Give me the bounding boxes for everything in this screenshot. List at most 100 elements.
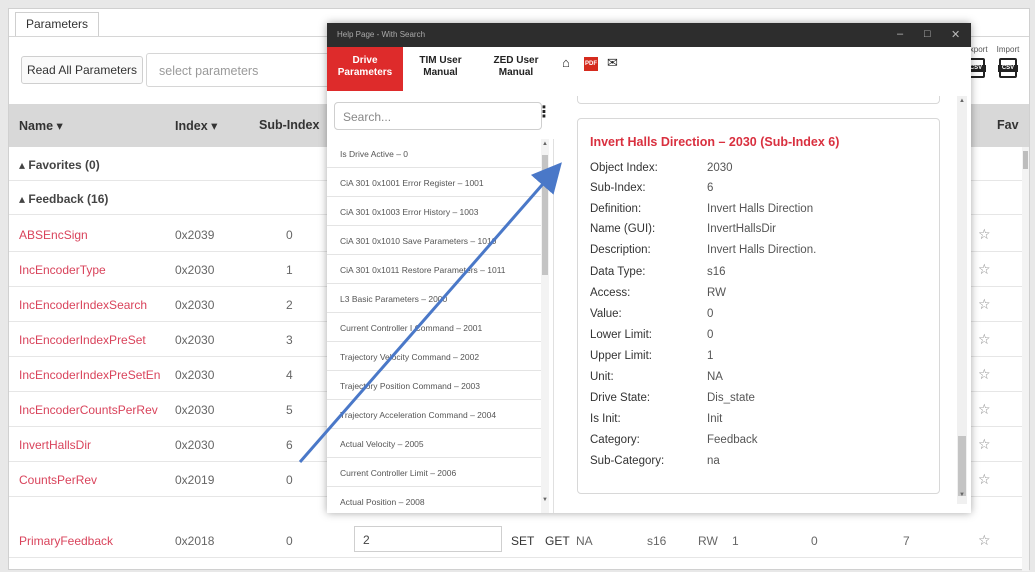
list-item[interactable]: CiA 301 0x1003 Error History – 1003	[327, 197, 546, 226]
field-value: 0	[707, 329, 714, 341]
favorite-star-icon[interactable]: ☆	[978, 471, 991, 488]
column-name[interactable]: Name ▾	[19, 118, 63, 133]
field-value: InvertHallsDir	[707, 223, 777, 235]
list-item[interactable]: Actual Position – 2008	[327, 487, 546, 513]
get-button[interactable]: GET	[545, 534, 570, 548]
minimize-icon[interactable]: –	[897, 28, 903, 40]
tab-zed-user-manual[interactable]: ZED User Manual	[478, 47, 554, 91]
list-item[interactable]: Is Drive Active – 0	[327, 139, 546, 168]
favorite-star-icon[interactable]: ☆	[978, 401, 991, 418]
home-icon[interactable]: ⌂	[562, 55, 570, 70]
param-index: 0x2030	[175, 333, 215, 347]
list-item[interactable]: Current Controller I Command – 2001	[327, 313, 546, 342]
param-name[interactable]: IncEncoderIndexPreSetEn	[19, 368, 160, 382]
pdf-icon[interactable]: PDF	[584, 57, 598, 71]
param-subindex: 1	[286, 263, 293, 277]
unit-value: NA	[576, 534, 593, 548]
param-index: 0x2030	[175, 298, 215, 312]
more-options-icon[interactable]: ⋮	[536, 102, 552, 122]
param-name[interactable]: IncEncoderType	[19, 263, 106, 277]
field-value: NA	[707, 371, 723, 383]
help-search-input[interactable]: Search...	[334, 102, 542, 130]
scroll-thumb[interactable]	[1023, 151, 1028, 169]
help-titlebar: Help Page - With Search – □ ✕	[327, 23, 971, 47]
list-scrollbar[interactable]: ▲ ▼	[541, 139, 549, 513]
help-window: Help Page - With Search – □ ✕ Drive Para…	[327, 23, 971, 513]
list-item[interactable]: Trajectory Velocity Command – 2002	[327, 342, 546, 371]
tab-line2: Parameters	[337, 67, 393, 78]
max-cell: 7	[903, 534, 910, 548]
import-label: Import	[996, 45, 1020, 54]
list-item[interactable]: L3 Basic Parameters – 2000	[327, 284, 546, 313]
scroll-down-icon[interactable]: ▼	[541, 497, 549, 503]
field-value: 2030	[707, 162, 733, 174]
set-button[interactable]: SET	[511, 534, 534, 548]
detail-title: Invert Halls Direction – 2030 (Sub-Index…	[590, 135, 840, 149]
param-index: 0x2019	[175, 473, 215, 487]
param-subindex: 0	[286, 473, 293, 487]
table-scrollbar[interactable]	[1022, 147, 1029, 571]
param-subindex: 3	[286, 333, 293, 347]
favorite-star-icon[interactable]: ☆	[978, 261, 991, 278]
param-name[interactable]: IncEncoderIndexPreSet	[19, 333, 146, 347]
param-name[interactable]: CountsPerRev	[19, 473, 97, 487]
mail-icon[interactable]: ✉	[607, 55, 618, 71]
read-all-parameters-button[interactable]: Read All Parameters	[21, 56, 143, 84]
parameter-list: Is Drive Active – 0 CiA 301 0x1001 Error…	[327, 139, 554, 513]
column-index[interactable]: Index ▾	[175, 118, 217, 133]
list-item[interactable]: CiA 301 0x1010 Save Parameters – 1010	[327, 226, 546, 255]
import-button[interactable]: Import	[993, 45, 1023, 78]
list-item[interactable]: CiA 301 0x1011 Restore Parameters – 1011	[327, 255, 546, 284]
param-subindex: 2	[286, 298, 293, 312]
param-name[interactable]: IncEncoderIndexSearch	[19, 298, 147, 312]
field-label: Object Index:	[590, 162, 658, 174]
param-index: 0x2030	[175, 263, 215, 277]
field-label: Data Type:	[590, 266, 646, 278]
tab-drive-parameters[interactable]: Drive Parameters	[327, 47, 403, 91]
param-name[interactable]: ABSEncSign	[19, 228, 88, 242]
list-item[interactable]: Trajectory Acceleration Command – 2004	[327, 400, 546, 429]
select-parameters-input[interactable]: select parameters	[146, 53, 331, 87]
param-subindex: 6	[286, 438, 293, 452]
param-subindex: 0	[286, 534, 293, 548]
table-row[interactable]: PrimaryFeedback 0x2018 0 2 SET GET NA s1…	[9, 523, 1029, 558]
favorite-star-icon[interactable]: ☆	[978, 331, 991, 348]
group-label: ▴ Favorites (0)	[19, 158, 100, 172]
maximize-icon[interactable]: □	[924, 28, 931, 40]
favorite-star-icon[interactable]: ☆	[978, 436, 991, 453]
field-label: Unit:	[590, 371, 614, 383]
scroll-up-icon[interactable]: ▲	[957, 98, 967, 104]
list-item[interactable]: CiA 301 0x1001 Error Register – 1001	[327, 168, 546, 197]
scroll-thumb[interactable]	[542, 155, 548, 275]
param-name[interactable]: IncEncoderCountsPerRev	[19, 403, 158, 417]
detail-scrollbar[interactable]: ▲ ▼	[957, 96, 967, 504]
field-label: Sub-Index:	[590, 182, 646, 194]
value-input[interactable]: 2	[354, 526, 502, 552]
detail-separator	[577, 96, 940, 104]
list-item[interactable]: Actual Velocity – 2005	[327, 429, 546, 458]
help-tabs: Drive Parameters TIM User Manual ZED Use…	[327, 47, 554, 91]
scroll-down-icon[interactable]: ▼	[957, 492, 967, 498]
tab-line1: ZED User	[493, 55, 539, 66]
favorite-star-icon[interactable]: ☆	[978, 296, 991, 313]
field-value: s16	[707, 266, 726, 278]
param-subindex: 4	[286, 368, 293, 382]
field-value: Dis_state	[707, 392, 755, 404]
list-item[interactable]: Current Controller Limit – 2006	[327, 458, 546, 487]
tab-tim-user-manual[interactable]: TIM User Manual	[403, 47, 478, 91]
column-subindex[interactable]: Sub-Index	[259, 118, 319, 132]
param-index: 0x2018	[175, 534, 215, 548]
favorite-star-icon[interactable]: ☆	[978, 226, 991, 243]
field-value: 0	[707, 308, 714, 320]
param-name[interactable]: PrimaryFeedback	[19, 534, 113, 548]
scroll-thumb[interactable]	[958, 436, 966, 496]
scroll-up-icon[interactable]: ▲	[541, 141, 549, 147]
list-item[interactable]: Trajectory Position Command – 2003	[327, 371, 546, 400]
favorite-star-icon[interactable]: ☆	[978, 532, 991, 549]
close-icon[interactable]: ✕	[951, 28, 960, 41]
favorite-star-icon[interactable]: ☆	[978, 366, 991, 383]
tab-parameters[interactable]: Parameters	[15, 12, 100, 36]
field-value: na	[707, 455, 720, 467]
field-label: Definition:	[590, 203, 642, 215]
param-name[interactable]: InvertHallsDir	[19, 438, 91, 452]
